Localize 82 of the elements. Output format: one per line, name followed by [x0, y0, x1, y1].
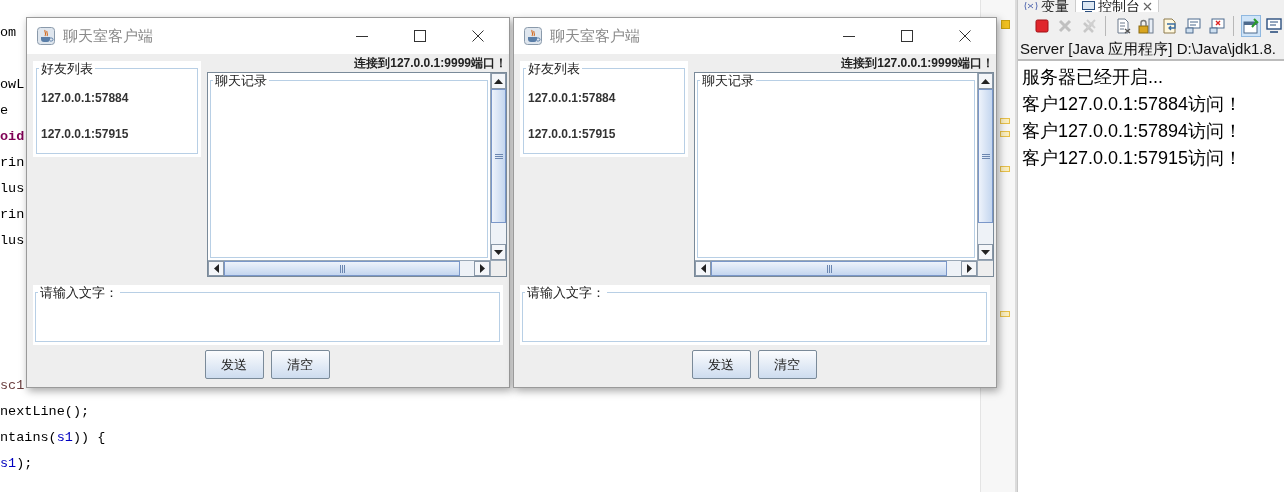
- action-button[interactable]: 发送: [204, 350, 264, 379]
- grip-icon: [494, 153, 503, 159]
- connection-status: 连接到127.0.0.1:9999端口！: [841, 56, 994, 72]
- close-icon: [472, 30, 484, 42]
- occurrence-marker[interactable]: [1000, 131, 1010, 137]
- up-arrow-icon: [981, 78, 990, 84]
- panel-title: 请输入文字：: [39, 285, 119, 300]
- scroll-up-button[interactable]: [491, 73, 506, 89]
- scroll-thumb[interactable]: [491, 89, 506, 223]
- code-line: s1);: [0, 456, 33, 471]
- monitor-icon: [1082, 0, 1095, 12]
- scroll-down-button[interactable]: [978, 244, 993, 260]
- horizontal-scrollbar[interactable]: [695, 260, 977, 276]
- panel-title: 聊天记录: [701, 73, 755, 88]
- console-line: 客户127.0.0.1:57894访问！: [1022, 120, 1244, 143]
- action-button[interactable]: 清空: [757, 350, 817, 379]
- code-line: sc1: [0, 378, 25, 393]
- down-arrow-icon: [981, 249, 990, 255]
- code-line: rin: [0, 155, 25, 170]
- scrollbar-corner: [977, 260, 993, 276]
- left-arrow-icon: [700, 264, 706, 273]
- scroll-left-button[interactable]: [695, 261, 711, 276]
- panel-title: 好友列表: [40, 61, 94, 76]
- window-title: 聊天室客户端: [63, 26, 154, 46]
- maximize-icon: [901, 30, 913, 42]
- view-tab[interactable]: 变量: [1018, 0, 1075, 12]
- scrollbar-corner: [490, 260, 506, 276]
- java-cup-icon: [37, 27, 55, 45]
- console-line: 客户127.0.0.1:57884访问！: [1022, 93, 1244, 116]
- java-cup-icon: [524, 27, 542, 45]
- scroll-right-button[interactable]: [961, 261, 977, 276]
- console-line: 客户127.0.0.1:57915访问！: [1022, 147, 1244, 170]
- grip-icon: [981, 153, 990, 159]
- panel-title: 请输入文字：: [526, 285, 606, 300]
- window-title: 聊天室客户端: [550, 26, 641, 46]
- code-line: owL: [0, 77, 25, 92]
- maximize-icon: [414, 30, 426, 42]
- horizontal-scrollbar[interactable]: [208, 260, 490, 276]
- code-line: lus: [0, 181, 25, 196]
- scroll-left-button[interactable]: [208, 261, 224, 276]
- occurrence-marker[interactable]: [1000, 311, 1010, 317]
- message-input-field[interactable]: 请输入文字：: [522, 285, 987, 342]
- up-arrow-icon: [494, 78, 503, 84]
- scroll-thumb[interactable]: [978, 89, 993, 223]
- right-arrow-icon: [966, 264, 972, 273]
- friend-item[interactable]: 127.0.0.1:57884: [41, 91, 193, 105]
- warning-marker[interactable]: [1001, 20, 1010, 29]
- friend-item[interactable]: 127.0.0.1:57915: [41, 127, 193, 141]
- friend-item[interactable]: 127.0.0.1:57915: [528, 127, 680, 141]
- down-arrow-icon: [494, 249, 503, 255]
- grip-icon: [339, 264, 345, 273]
- close-icon[interactable]: [1143, 1, 1152, 11]
- right-arrow-icon: [479, 264, 485, 273]
- occurrence-marker[interactable]: [1000, 118, 1010, 124]
- scroll-thumb[interactable]: [711, 261, 947, 276]
- code-line: e: [0, 103, 9, 118]
- code-line: om: [0, 25, 17, 40]
- scroll-up-button[interactable]: [978, 73, 993, 89]
- console-line: 服务器已经开启...: [1022, 66, 1164, 89]
- variables-icon: [1024, 1, 1038, 11]
- left-arrow-icon: [213, 264, 219, 273]
- scroll-down-button[interactable]: [491, 244, 506, 260]
- message-input-field[interactable]: 请输入文字：: [35, 285, 500, 342]
- code-line: ntains(s1)) {: [0, 430, 106, 445]
- grip-icon: [826, 264, 832, 273]
- connection-status: 连接到127.0.0.1:9999端口！: [354, 56, 507, 72]
- code-line: lus: [0, 233, 25, 248]
- action-button[interactable]: 发送: [691, 350, 751, 379]
- code-line: nextLine();: [0, 404, 90, 419]
- vertical-scrollbar[interactable]: [490, 73, 506, 260]
- vertical-scrollbar[interactable]: [977, 73, 993, 260]
- action-button[interactable]: 清空: [270, 350, 330, 379]
- code-line: rin: [0, 207, 25, 222]
- scroll-thumb[interactable]: [224, 261, 460, 276]
- panel-title: 聊天记录: [214, 73, 268, 88]
- code-line: oid: [0, 129, 25, 144]
- scroll-right-button[interactable]: [474, 261, 490, 276]
- panel-title: 好友列表: [527, 61, 581, 76]
- process-label: Server [Java 应用程序] D:\Java\jdk1.8.: [1020, 40, 1276, 57]
- occurrence-marker[interactable]: [1000, 166, 1010, 172]
- friend-item[interactable]: 127.0.0.1:57884: [528, 91, 680, 105]
- close-icon: [959, 30, 971, 42]
